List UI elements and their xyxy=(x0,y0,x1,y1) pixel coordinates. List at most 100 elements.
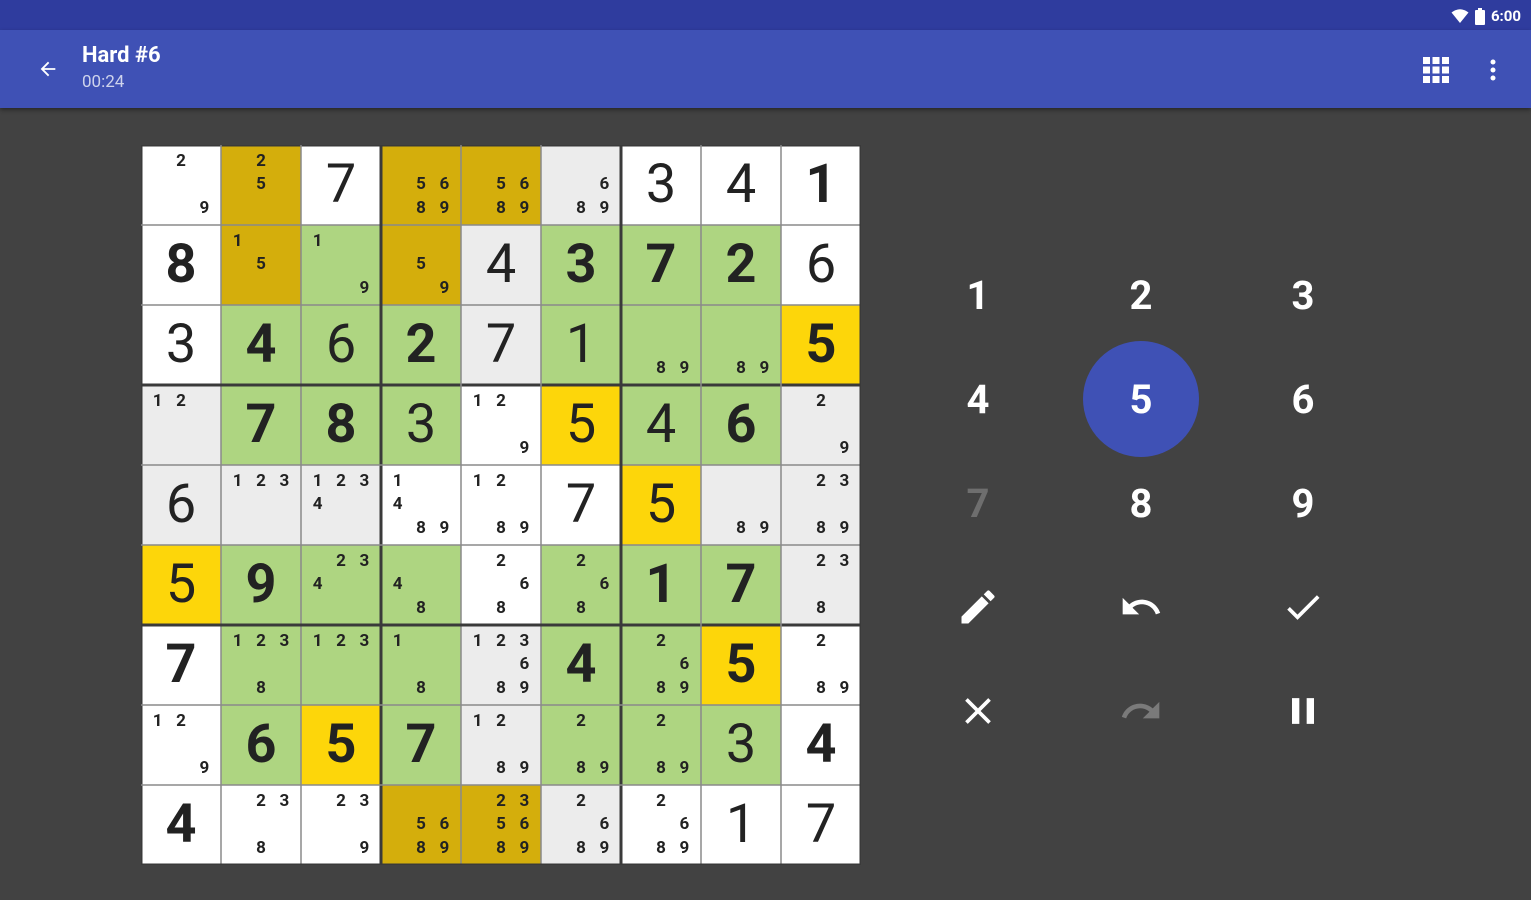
cell-r5-c8[interactable]: 89 xyxy=(701,465,781,545)
cell-r6-c5[interactable]: 268 xyxy=(461,545,541,625)
cell-r4-c5[interactable]: 12 9 xyxy=(461,385,541,465)
cell-r6-c7[interactable]: 1 xyxy=(621,545,701,625)
cell-r6-c1[interactable]: 5 xyxy=(141,545,221,625)
cell-r6-c2[interactable]: 9 xyxy=(221,545,301,625)
cell-r4-c6[interactable]: 5 xyxy=(541,385,621,465)
cell-r8-c6[interactable]: 2 89 xyxy=(541,705,621,785)
cell-r1-c4[interactable]: 5689 xyxy=(381,145,461,225)
cell-r3-c7[interactable]: 89 xyxy=(621,305,701,385)
cell-r9-c2[interactable]: 23 8 xyxy=(221,785,301,865)
cell-r8-c2[interactable]: 6 xyxy=(221,705,301,785)
cell-r8-c9[interactable]: 4 xyxy=(781,705,861,785)
cell-r2-c7[interactable]: 7 xyxy=(621,225,701,305)
cell-r5-c3[interactable]: 123 4 xyxy=(301,465,381,545)
cell-r4-c1[interactable]: 12 xyxy=(141,385,221,465)
redo-button[interactable] xyxy=(1081,659,1201,763)
cell-r2-c8[interactable]: 2 xyxy=(701,225,781,305)
cell-r3-c9[interactable]: 5 xyxy=(781,305,861,385)
cell-r3-c6[interactable]: 1 xyxy=(541,305,621,385)
cell-r4-c4[interactable]: 3 xyxy=(381,385,461,465)
cell-r9-c8[interactable]: 1 xyxy=(701,785,781,865)
cell-r5-c2[interactable]: 123 xyxy=(221,465,301,545)
cell-r4-c7[interactable]: 4 xyxy=(621,385,701,465)
cell-r5-c1[interactable]: 6 xyxy=(141,465,221,545)
cell-r3-c1[interactable]: 3 xyxy=(141,305,221,385)
cell-r2-c5[interactable]: 4 xyxy=(461,225,541,305)
cell-r7-c4[interactable]: 18 xyxy=(381,625,461,705)
number-key-2[interactable]: 2 xyxy=(1081,243,1201,347)
cell-r2-c9[interactable]: 6 xyxy=(781,225,861,305)
cell-r7-c7[interactable]: 2689 xyxy=(621,625,701,705)
cell-r8-c8[interactable]: 3 xyxy=(701,705,781,785)
cell-r2-c2[interactable]: 15 xyxy=(221,225,301,305)
back-button[interactable] xyxy=(28,50,68,88)
number-key-1[interactable]: 1 xyxy=(918,243,1038,347)
cell-r8-c1[interactable]: 12 9 xyxy=(141,705,221,785)
undo-button[interactable] xyxy=(1081,555,1201,659)
cell-r5-c9[interactable]: 23 89 xyxy=(781,465,861,545)
cell-r6-c3[interactable]: 23 4 xyxy=(301,545,381,625)
cell-r7-c9[interactable]: 2 89 xyxy=(781,625,861,705)
number-key-8[interactable]: 8 xyxy=(1081,451,1201,555)
cell-r6-c6[interactable]: 268 xyxy=(541,545,621,625)
more-options-button[interactable] xyxy=(1473,50,1513,90)
cell-r3-c5[interactable]: 7 xyxy=(461,305,541,385)
cell-r9-c6[interactable]: 2689 xyxy=(541,785,621,865)
cell-r9-c9[interactable]: 7 xyxy=(781,785,861,865)
cell-r7-c5[interactable]: 123689 xyxy=(461,625,541,705)
notes-button[interactable] xyxy=(918,555,1038,659)
number-key-5[interactable]: 5 xyxy=(1081,341,1201,457)
cell-r6-c9[interactable]: 23 8 xyxy=(781,545,861,625)
cell-r6-c4[interactable]: 48 xyxy=(381,545,461,625)
cell-r3-c2[interactable]: 4 xyxy=(221,305,301,385)
cell-r3-c3[interactable]: 6 xyxy=(301,305,381,385)
cell-r7-c6[interactable]: 4 xyxy=(541,625,621,705)
cell-r1-c2[interactable]: 25 xyxy=(221,145,301,225)
cell-r1-c6[interactable]: 689 xyxy=(541,145,621,225)
cell-r2-c4[interactable]: 59 xyxy=(381,225,461,305)
cell-r5-c4[interactable]: 1489 xyxy=(381,465,461,545)
cell-r3-c4[interactable]: 2 xyxy=(381,305,461,385)
cell-r5-c5[interactable]: 12 89 xyxy=(461,465,541,545)
cell-r9-c4[interactable]: 5689 xyxy=(381,785,461,865)
cell-r1-c9[interactable]: 1 xyxy=(781,145,861,225)
number-key-4[interactable]: 4 xyxy=(918,347,1038,451)
cell-r7-c8[interactable]: 5 xyxy=(701,625,781,705)
grid-view-button[interactable] xyxy=(1416,50,1456,90)
number-key-3[interactable]: 3 xyxy=(1243,243,1363,347)
cell-r5-c6[interactable]: 7 xyxy=(541,465,621,545)
cell-r7-c2[interactable]: 123 8 xyxy=(221,625,301,705)
cell-r2-c1[interactable]: 8 xyxy=(141,225,221,305)
cell-r4-c8[interactable]: 6 xyxy=(701,385,781,465)
cell-r8-c4[interactable]: 7 xyxy=(381,705,461,785)
cell-r9-c5[interactable]: 235689 xyxy=(461,785,541,865)
cell-r9-c1[interactable]: 4 xyxy=(141,785,221,865)
cell-r4-c3[interactable]: 8 xyxy=(301,385,381,465)
cell-r2-c3[interactable]: 19 xyxy=(301,225,381,305)
cell-r1-c1[interactable]: 29 xyxy=(141,145,221,225)
number-key-6[interactable]: 6 xyxy=(1243,347,1363,451)
cell-r8-c5[interactable]: 12 89 xyxy=(461,705,541,785)
note-6 xyxy=(353,813,376,836)
cell-r9-c3[interactable]: 23 9 xyxy=(301,785,381,865)
cell-r1-c8[interactable]: 4 xyxy=(701,145,781,225)
cell-r1-c7[interactable]: 3 xyxy=(621,145,701,225)
clear-button[interactable] xyxy=(918,659,1038,763)
cell-r6-c8[interactable]: 7 xyxy=(701,545,781,625)
pause-button[interactable] xyxy=(1243,659,1363,763)
cell-r8-c3[interactable]: 5 xyxy=(301,705,381,785)
cell-r4-c9[interactable]: 29 xyxy=(781,385,861,465)
cell-r8-c7[interactable]: 2 89 xyxy=(621,705,701,785)
number-key-9[interactable]: 9 xyxy=(1243,451,1363,555)
cell-r7-c3[interactable]: 123 xyxy=(301,625,381,705)
check-button[interactable] xyxy=(1243,555,1363,659)
cell-r1-c5[interactable]: 5689 xyxy=(461,145,541,225)
cell-r4-c2[interactable]: 7 xyxy=(221,385,301,465)
cell-r2-c6[interactable]: 3 xyxy=(541,225,621,305)
number-key-7[interactable]: 7 xyxy=(918,451,1038,555)
cell-r1-c3[interactable]: 7 xyxy=(301,145,381,225)
cell-r5-c7[interactable]: 5 xyxy=(621,465,701,545)
cell-r9-c7[interactable]: 2689 xyxy=(621,785,701,865)
cell-r7-c1[interactable]: 7 xyxy=(141,625,221,705)
cell-r3-c8[interactable]: 89 xyxy=(701,305,781,385)
